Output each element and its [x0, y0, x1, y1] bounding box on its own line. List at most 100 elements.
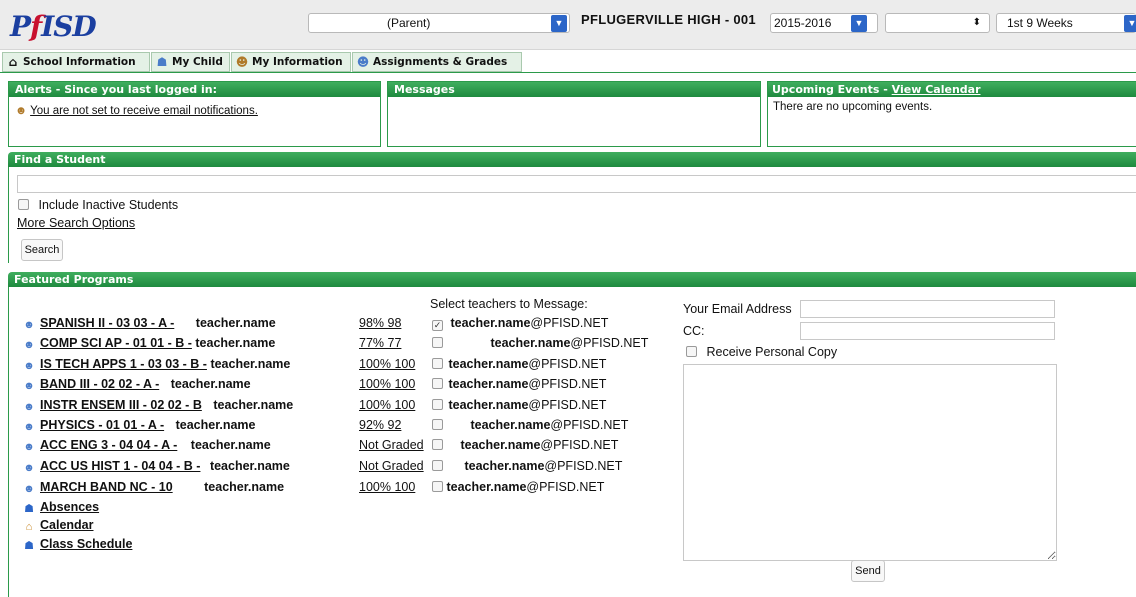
more-search-options-link[interactable]: More Search Options: [17, 216, 135, 230]
teacher-checkbox[interactable]: [432, 460, 443, 471]
teacher-checkbox[interactable]: ✓: [432, 320, 443, 331]
absences-link[interactable]: Absences: [40, 500, 99, 514]
people-icon: ☻: [15, 105, 28, 117]
course-row: ☻ BAND III - 02 02 - A - teacher.name: [22, 377, 251, 392]
teacher-email-row: teacher.name@PFISD.NET: [432, 459, 622, 473]
chevron-down-icon: ▼: [551, 15, 567, 32]
personal-copy-checkbox[interactable]: [686, 346, 697, 357]
teacher-name: teacher.name: [195, 316, 276, 330]
teacher-name: teacher.name: [190, 438, 271, 452]
course-row: ☻ INSTR ENSEM III - 02 02 - B teacher.nam…: [22, 398, 293, 413]
home-icon: ⌂: [8, 55, 18, 69]
course-link[interactable]: INSTR ENSEM III - 02 02 - B: [40, 398, 202, 412]
tab-school-information[interactable]: ⌂ School Information: [2, 52, 150, 72]
send-button[interactable]: Send: [851, 560, 885, 582]
child-icon: ☗: [156, 55, 168, 69]
teacher-email-row: teacher.name@PFISD.NET: [432, 336, 648, 350]
course-link[interactable]: ACC ENG 3 - 04 04 - A -: [40, 438, 177, 452]
course-link[interactable]: PHYSICS - 01 01 - A -: [40, 418, 164, 432]
personal-copy-row: Receive Personal Copy: [686, 345, 837, 359]
search-button[interactable]: Search: [21, 239, 63, 261]
email-notification-link[interactable]: You are not set to receive email notific…: [30, 105, 258, 117]
calendar-link[interactable]: Calendar: [40, 518, 94, 532]
teacher-email-row: teacher.name@PFISD.NET: [432, 418, 628, 432]
school-name: PFLUGERVILLE HIGH - 001: [581, 12, 756, 27]
people-icon: ☻: [23, 483, 35, 495]
alerts-panel: Alerts - Since you last logged in: ☻ You…: [8, 81, 381, 147]
tab-bar: ⌂ School Information ☗ My Child ☻ My Inform…: [0, 51, 1136, 73]
course-link[interactable]: MARCH BAND NC - 10: [40, 480, 173, 494]
year-select[interactable]: 2015-2016 ▼: [770, 13, 878, 33]
cc-field[interactable]: [800, 322, 1055, 340]
people-icon: ☻: [23, 339, 35, 351]
year-select-value: 2015-2016: [774, 16, 832, 30]
alerts-title: Alerts - Since you last logged in:: [9, 82, 380, 97]
grade-link[interactable]: 100% 100: [359, 398, 415, 412]
teacher-name: teacher.name: [213, 398, 294, 412]
events-panel: Upcoming Events - View Calendar There ar…: [767, 81, 1136, 147]
course-row: ☻ MARCH BAND NC - 10 teacher.name: [22, 480, 284, 495]
tab-my-child[interactable]: ☗ My Child: [151, 52, 230, 72]
people-icon: ☻: [23, 441, 35, 453]
teacher-checkbox[interactable]: [432, 378, 443, 389]
messages-panel: Messages: [387, 81, 761, 147]
events-title: Upcoming Events - View Calendar: [768, 82, 1136, 97]
period-select-value: 1st 9 Weeks: [1007, 16, 1073, 30]
course-link[interactable]: SPANISH II - 03 03 - A -: [40, 316, 174, 330]
teacher-name: teacher.name: [175, 418, 256, 432]
tab-assignments-grades[interactable]: ☻ Assignments & Grades: [352, 52, 522, 72]
teacher-checkbox[interactable]: [432, 358, 443, 369]
tab-my-information[interactable]: ☻ My Information: [231, 52, 351, 72]
people-icon: ☻: [23, 360, 35, 372]
grade-link[interactable]: 92% 92: [359, 418, 401, 432]
find-student-title: Find a Student: [8, 152, 1136, 167]
teacher-email-row: teacher.name@PFISD.NET: [432, 398, 606, 412]
class-schedule-link[interactable]: Class Schedule: [40, 537, 132, 551]
find-student-border: [8, 167, 9, 263]
parent-select[interactable]: (Parent) ▼: [308, 13, 570, 33]
grade-link[interactable]: 98% 98: [359, 316, 401, 330]
grade-link[interactable]: 100% 100: [359, 357, 415, 371]
course-link[interactable]: ACC US HIST 1 - 04 04 - B -: [40, 459, 200, 473]
cc-label: CC:: [683, 324, 705, 338]
teacher-checkbox[interactable]: [432, 481, 443, 492]
teacher-email-row: teacher.name@PFISD.NET: [432, 357, 606, 371]
period-select[interactable]: 1st 9 Weeks ▼: [996, 13, 1136, 33]
view-calendar-link[interactable]: View Calendar: [892, 83, 981, 96]
events-text: There are no upcoming events.: [773, 101, 933, 113]
top-bar: PfISD (Parent) ▼ PFLUGERVILLE HIGH - 001…: [0, 0, 1136, 50]
message-textarea[interactable]: [683, 364, 1057, 561]
grade-link[interactable]: 77% 77: [359, 336, 401, 350]
grade-link[interactable]: Not Graded: [359, 459, 424, 473]
teacher-checkbox[interactable]: [432, 337, 443, 348]
teacher-email-row: teacher.name@PFISD.NET: [432, 438, 618, 452]
find-student-header: Find a Student: [8, 152, 1136, 167]
blank-select[interactable]: ⬍: [885, 13, 990, 33]
teacher-email-row: teacher.name@PFISD.NET: [432, 377, 606, 391]
course-link[interactable]: COMP SCI AP - 01 01 - B -: [40, 336, 192, 350]
course-link[interactable]: IS TECH APPS 1 - 03 03 - B -: [40, 357, 207, 371]
teacher-email-row: ✓ teacher.name@PFISD.NET: [432, 316, 609, 331]
child-icon: ☗: [24, 503, 34, 515]
teacher-checkbox[interactable]: [432, 419, 443, 430]
absences-row: ☗ Absences: [22, 500, 99, 515]
email-field[interactable]: [800, 300, 1055, 318]
include-inactive-row: Include Inactive Students: [18, 198, 178, 212]
home-icon: ⌂: [25, 521, 33, 533]
people-icon: ☻: [235, 55, 249, 69]
include-inactive-checkbox[interactable]: [18, 199, 29, 210]
teacher-name: teacher.name: [170, 377, 251, 391]
people-icon: ☻: [23, 462, 35, 474]
child-icon: ☗: [24, 540, 34, 552]
chevron-down-icon: ▼: [1124, 15, 1136, 32]
teacher-checkbox[interactable]: [432, 439, 443, 450]
student-search-input[interactable]: [17, 175, 1136, 193]
course-link[interactable]: BAND III - 02 02 - A -: [40, 377, 159, 391]
grade-link[interactable]: 100% 100: [359, 377, 415, 391]
grade-link[interactable]: Not Graded: [359, 438, 424, 452]
class-schedule-row: ☗ Class Schedule: [22, 537, 132, 552]
teacher-checkbox[interactable]: [432, 399, 443, 410]
people-icon: ☻: [23, 380, 35, 392]
grade-link[interactable]: 100% 100: [359, 480, 415, 494]
people-icon: ☻: [23, 401, 35, 413]
